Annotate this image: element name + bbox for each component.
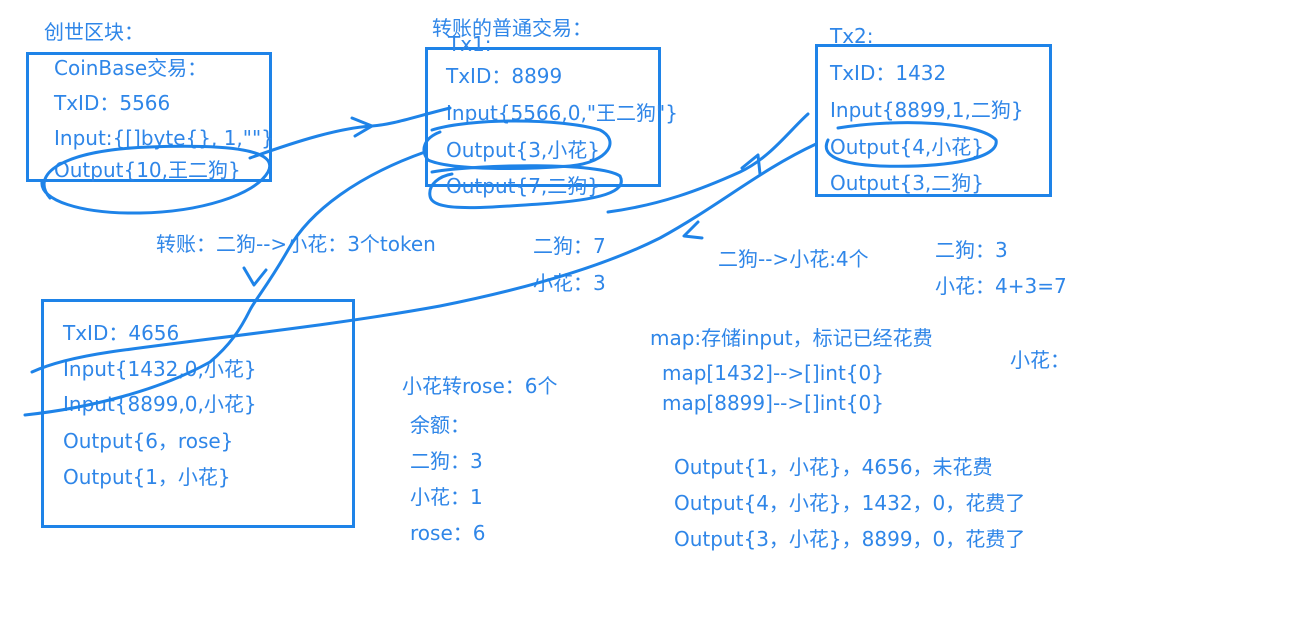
tx1-output3-loop: [422, 119, 612, 170]
tx2-to-tx3-arrowhead: [682, 220, 704, 240]
genesis-output-loop: [40, 144, 272, 215]
genesis-to-tx1-arrow: [248, 106, 452, 160]
hand-drawn-annotations: [23, 106, 998, 417]
tx2-to-tx3-curve: [30, 142, 818, 374]
tx1-output7-loop: [428, 164, 623, 210]
tx1-to-tx3-curve: [23, 150, 427, 417]
tx2-output4-loop: [824, 121, 998, 168]
tx1-to-tx3-arrowhead: [242, 266, 268, 287]
